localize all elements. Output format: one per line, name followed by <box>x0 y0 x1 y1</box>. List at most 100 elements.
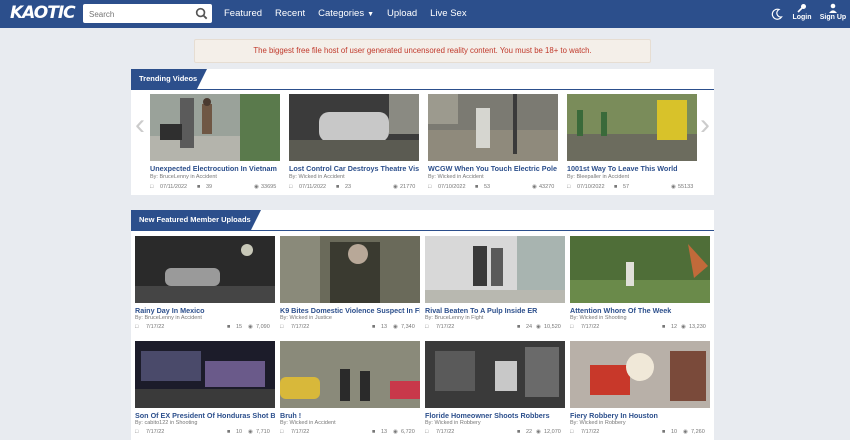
video-views: 6,720 <box>401 429 415 435</box>
comment-icon: ■ <box>227 429 231 435</box>
video-date: 7/17/22 <box>436 324 455 330</box>
trending-heading: Trending Videos <box>131 69 208 89</box>
calendar-icon: □ <box>567 184 571 190</box>
trending-video-card[interactable]: WCGW When You Touch Electric Pole ... By… <box>428 94 558 194</box>
search-box <box>83 4 212 24</box>
nav-featured[interactable]: Featured <box>224 8 262 19</box>
chevron-right-icon[interactable]: › <box>700 105 710 145</box>
trending-video-card[interactable]: 1001st Way To Leave This World By: Bleep… <box>567 94 697 194</box>
nav-recent[interactable]: Recent <box>275 8 305 19</box>
video-views: 13,230 <box>689 324 706 330</box>
featured-video-card[interactable]: Bruh ! By: Wicked in Accident □ 7/17/22 … <box>280 341 420 439</box>
featured-video-card[interactable]: Rainy Day In Mexico By: BruceLenny in Ac… <box>135 236 275 334</box>
user-icon <box>829 3 837 13</box>
featured-video-card[interactable]: K9 Bites Domestic Violence Suspect In Fl… <box>280 236 420 334</box>
calendar-icon: □ <box>280 324 284 330</box>
video-title[interactable]: Rainy Day In Mexico <box>135 306 275 315</box>
video-title[interactable]: Rival Beaten To A Pulp Inside ER <box>425 306 565 315</box>
video-thumbnail[interactable] <box>289 94 419 161</box>
video-comments: 57 <box>623 184 630 190</box>
comment-icon: ■ <box>517 324 521 330</box>
featured-video-card[interactable]: Attention Whore Of The Week By: Wicked i… <box>570 236 710 334</box>
video-views: 7,710 <box>256 429 270 435</box>
video-title[interactable]: 1001st Way To Leave This World <box>567 164 697 173</box>
video-author: By: BruceLenny in Fight <box>425 315 484 321</box>
video-date: 07/11/2022 <box>160 184 188 190</box>
video-title[interactable]: WCGW When You Touch Electric Pole ... <box>428 164 558 173</box>
video-title[interactable]: Lost Control Car Destroys Theatre Visi..… <box>289 164 419 173</box>
video-title[interactable]: Bruh ! <box>280 411 420 420</box>
video-date: 07/10/2022 <box>577 184 605 190</box>
video-author: By: Wicked in Accident <box>428 174 484 180</box>
video-title[interactable]: K9 Bites Domestic Violence Suspect In Fl… <box>280 306 420 315</box>
video-meta: □ 07/10/2022 ■ 57 ◉ 55133 <box>567 184 697 194</box>
moon-icon[interactable] <box>771 8 783 20</box>
video-meta: □ 7/17/22 ■ 24 ◉ 10,520 <box>425 324 565 334</box>
featured-heading: New Featured Member Uploads <box>131 210 261 230</box>
video-comments: 13 <box>381 324 388 330</box>
featured-divider <box>131 230 714 231</box>
caret-down-icon: ▼ <box>367 11 375 18</box>
search-input[interactable] <box>83 5 188 24</box>
eye-icon: ◉ <box>248 324 253 330</box>
eye-icon: ◉ <box>248 429 253 435</box>
video-title[interactable]: Unexpected Electrocution In Vietnam <box>150 164 280 173</box>
video-date: 7/17/22 <box>581 324 600 330</box>
calendar-icon: □ <box>289 184 293 190</box>
featured-video-card[interactable]: Rival Beaten To A Pulp Inside ER By: Bru… <box>425 236 565 334</box>
video-date: 7/17/22 <box>291 324 310 330</box>
video-date: 7/17/22 <box>146 429 165 435</box>
login-button[interactable]: Login <box>787 3 817 25</box>
video-title[interactable]: Fiery Robbery In Houston <box>570 411 710 420</box>
video-author: By: BruceLenny in Accident <box>135 315 202 321</box>
key-icon <box>797 4 806 13</box>
trending-divider <box>131 89 714 90</box>
video-thumbnail[interactable] <box>570 341 710 408</box>
video-thumbnail[interactable] <box>150 94 280 161</box>
video-title[interactable]: Floride Homeowner Shoots Robbers <box>425 411 565 420</box>
logo-text: KAOTIC <box>10 3 76 23</box>
video-title[interactable]: Son Of EX President Of Honduras Shot By … <box>135 411 275 420</box>
video-date: 7/17/22 <box>291 429 310 435</box>
video-thumbnail[interactable] <box>570 236 710 303</box>
video-author: By: Wicked in Robbery <box>570 420 626 426</box>
video-thumbnail[interactable] <box>425 341 565 408</box>
video-thumbnail[interactable] <box>135 236 275 303</box>
eye-icon: ◉ <box>254 184 259 190</box>
chevron-left-icon[interactable]: ‹ <box>135 105 145 145</box>
video-title[interactable]: Attention Whore Of The Week <box>570 306 710 315</box>
comment-icon: ■ <box>614 184 618 190</box>
comment-icon: ■ <box>662 429 666 435</box>
trending-video-card[interactable]: Lost Control Car Destroys Theatre Visi..… <box>289 94 419 194</box>
eye-icon: ◉ <box>532 184 537 190</box>
video-comments: 12 <box>671 324 678 330</box>
featured-video-card[interactable]: Son Of EX President Of Honduras Shot By … <box>135 341 275 439</box>
eye-icon: ◉ <box>393 429 398 435</box>
video-author: By: Wicked in Accident <box>289 174 345 180</box>
nav-upload[interactable]: Upload <box>387 8 417 19</box>
video-author: By: Bleepaller in Accident <box>567 174 630 180</box>
eye-icon: ◉ <box>671 184 676 190</box>
featured-video-card[interactable]: Floride Homeowner Shoots Robbers By: Wic… <box>425 341 565 439</box>
video-meta: □ 7/17/22 ■ 15 ◉ 7,090 <box>135 324 275 334</box>
site-logo[interactable]: KAOTIC <box>8 3 76 25</box>
nav-categories[interactable]: Categories ▼ <box>318 8 374 19</box>
trending-video-card[interactable]: Unexpected Electrocution In Vietnam By: … <box>150 94 280 194</box>
video-thumbnail[interactable] <box>135 341 275 408</box>
video-views: 21770 <box>400 184 416 190</box>
video-thumbnail[interactable] <box>280 236 420 303</box>
video-thumbnail[interactable] <box>567 94 697 161</box>
eye-icon: ◉ <box>681 324 686 330</box>
featured-video-card[interactable]: Fiery Robbery In Houston By: Wicked in R… <box>570 341 710 439</box>
comment-icon: ■ <box>475 184 479 190</box>
video-thumbnail[interactable] <box>425 236 565 303</box>
signup-button[interactable]: Sign Up <box>818 3 848 25</box>
search-icon[interactable] <box>195 7 208 20</box>
video-thumbnail[interactable] <box>428 94 558 161</box>
video-meta: □ 7/17/22 ■ 12 ◉ 13,230 <box>570 324 710 334</box>
video-thumbnail[interactable] <box>280 341 420 408</box>
comment-icon: ■ <box>662 324 666 330</box>
video-comments: 15 <box>236 324 243 330</box>
comment-icon: ■ <box>517 429 521 435</box>
nav-live-sex[interactable]: Live Sex <box>430 8 466 19</box>
